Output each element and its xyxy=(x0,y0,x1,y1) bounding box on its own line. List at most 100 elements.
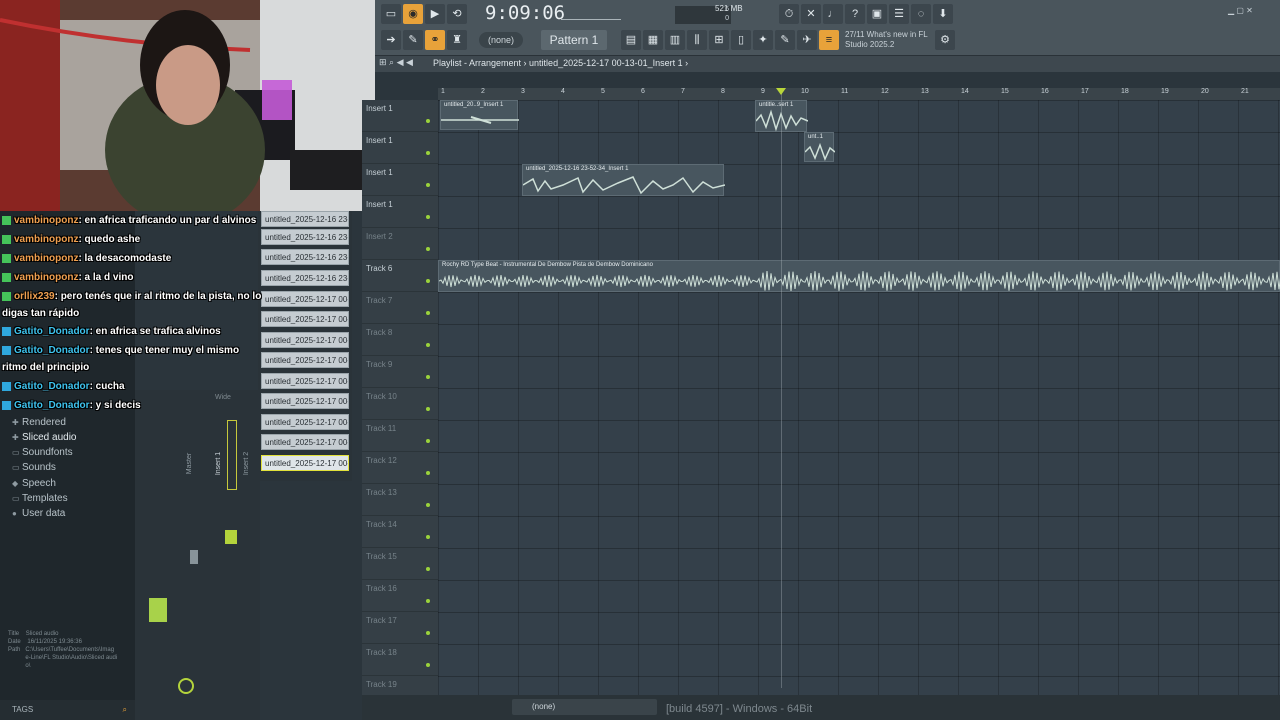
window-controls[interactable]: ▁ ▢ ✕ xyxy=(1228,6,1272,18)
track-led-icon[interactable] xyxy=(426,503,430,507)
timeline-ruler[interactable]: 1 2 3 4 5 6 7 8 9 10 11 12 13 14 15 16 17 18 19 20 21 xyxy=(438,88,1280,100)
track-led-icon[interactable] xyxy=(426,247,430,251)
browser-item-sliced-audio[interactable]: ✚ Sliced audio xyxy=(12,432,76,443)
plugin-icon[interactable]: ✕ xyxy=(801,4,821,24)
mixer-track-insert-2[interactable]: Insert 2 xyxy=(243,452,250,475)
track-led-icon[interactable] xyxy=(426,311,430,315)
record-mode-icon[interactable]: ◉ xyxy=(403,4,423,24)
track-header[interactable]: Track 9 xyxy=(362,356,438,388)
news-panel[interactable]: 27/11 What's new in FL Studio 2025.2 xyxy=(845,30,937,52)
arrow-icon[interactable]: ➔ xyxy=(381,30,401,50)
play-icon[interactable]: ▶ xyxy=(425,4,445,24)
status-select[interactable]: (none) xyxy=(512,699,657,715)
track-led-icon[interactable] xyxy=(426,631,430,635)
zoom-icon[interactable]: ⊞ ⌕ ◀ ◀ xyxy=(379,57,413,68)
pencil-icon[interactable]: ✎ xyxy=(403,30,423,50)
track-header[interactable]: Insert 1 xyxy=(362,100,438,132)
track-header[interactable]: Track 18 xyxy=(362,644,438,676)
track-led-icon[interactable] xyxy=(426,535,430,539)
mixer-knob[interactable] xyxy=(178,678,194,694)
audio-clip[interactable]: untitled_20..9_Insert 1 xyxy=(440,100,519,130)
clip-item[interactable]: untitled_2025-12-17 00-... xyxy=(261,352,349,368)
help-icon[interactable]: ? xyxy=(845,4,865,24)
loop-icon[interactable]: ⟲ xyxy=(447,4,467,24)
track-header[interactable]: Insert 1 xyxy=(362,132,438,164)
browser-item-templates[interactable]: ▭ Templates xyxy=(12,493,68,504)
master-volume-slider[interactable] xyxy=(561,6,621,20)
track-led-icon[interactable] xyxy=(426,279,430,283)
track-header[interactable]: Track 7 xyxy=(362,292,438,324)
audio-clip[interactable]: unt..1 xyxy=(804,132,835,162)
playlist-grid[interactable]: untitled_20..9_Insert 1 untitle..sert 1 … xyxy=(438,100,1280,695)
tags-bar[interactable]: TAGS ⌕ xyxy=(0,700,135,720)
clip-item[interactable]: untitled_2025-12-16 23-... xyxy=(261,211,349,227)
link-icon[interactable]: ⚭ xyxy=(425,30,445,50)
snap-select[interactable]: (none) xyxy=(479,32,523,48)
track-led-icon[interactable] xyxy=(426,375,430,379)
track-led-icon[interactable] xyxy=(426,663,430,667)
track-header[interactable]: Track 8 xyxy=(362,324,438,356)
clip-item[interactable]: untitled_2025-12-17 00-... xyxy=(261,291,349,307)
audio-clip-beat[interactable]: Rochy RD Type Beat - Instrumental De Dem… xyxy=(438,260,1280,292)
track-header[interactable]: Track 13 xyxy=(362,484,438,516)
plugin-database-icon[interactable]: ⊞ xyxy=(709,30,729,50)
track-header[interactable]: Track 6 xyxy=(362,260,438,292)
track-led-icon[interactable] xyxy=(426,407,430,411)
plug-icon[interactable]: ✈ xyxy=(797,30,817,50)
track-led-icon[interactable] xyxy=(426,343,430,347)
track-header[interactable]: Track 16 xyxy=(362,580,438,612)
news-icon[interactable]: ≡ xyxy=(819,30,839,50)
clip-item[interactable]: untitled_2025-12-16 23-... xyxy=(261,229,349,245)
song-mode-icon[interactable]: ▭ xyxy=(381,4,401,24)
patcher-icon[interactable]: ✎ xyxy=(775,30,795,50)
track-header[interactable]: Insert 1 xyxy=(362,164,438,196)
clip-item[interactable]: untitled_2025-12-17 00-... xyxy=(261,393,349,409)
mixer-track-insert-1[interactable]: Insert 1 xyxy=(215,452,222,475)
mixer-icon[interactable]: ☰ xyxy=(889,4,909,24)
track-header[interactable]: Insert 2 xyxy=(362,228,438,260)
stamp-icon[interactable]: ♜ xyxy=(447,30,467,50)
metronome-icon[interactable]: ⏱ xyxy=(779,4,799,24)
track-header[interactable]: Track 14 xyxy=(362,516,438,548)
clip-item[interactable]: untitled_2025-12-17 00-... xyxy=(261,373,349,389)
save-icon[interactable]: ▣ xyxy=(867,4,887,24)
clip-item[interactable]: untitled_2025-12-16 23-... xyxy=(261,270,349,286)
playlist-icon[interactable]: ▤ xyxy=(621,30,641,50)
track-header[interactable]: Track 12 xyxy=(362,452,438,484)
track-led-icon[interactable] xyxy=(426,151,430,155)
playhead-marker-icon[interactable] xyxy=(776,88,786,95)
channel-rack-icon[interactable]: ▦ xyxy=(643,30,663,50)
track-led-icon[interactable] xyxy=(426,599,430,603)
track-header[interactable]: Track 11 xyxy=(362,420,438,452)
track-led-icon[interactable] xyxy=(426,215,430,219)
track-led-icon[interactable] xyxy=(426,183,430,187)
clip-item[interactable]: untitled_2025-12-16 23-... xyxy=(261,249,349,265)
clip-item[interactable]: untitled_2025-12-17 00-... xyxy=(261,311,349,327)
search-icon[interactable]: ⌕ xyxy=(123,700,127,720)
mixer-track-master[interactable]: Master xyxy=(186,453,193,474)
browser-item-speech[interactable]: ◆ Speech xyxy=(12,478,56,489)
browser-icon[interactable]: ▯ xyxy=(731,30,751,50)
browser-item-user-data[interactable]: ● User data xyxy=(12,508,65,519)
master-fader[interactable] xyxy=(190,550,198,564)
audio-icon[interactable]: ✦ xyxy=(753,30,773,50)
pattern-selector[interactable]: Pattern 1 xyxy=(541,30,607,50)
track-header[interactable]: Track 15 xyxy=(362,548,438,580)
track-header[interactable]: Track 17 xyxy=(362,612,438,644)
clip-item-selected[interactable]: untitled_2025-12-17 00-... xyxy=(261,455,349,471)
track-header[interactable]: Insert 1 xyxy=(362,196,438,228)
browser-item-sounds[interactable]: ▭ Sounds xyxy=(12,462,56,473)
clip-item[interactable]: untitled_2025-12-17 00-... xyxy=(261,414,349,430)
audio-clip[interactable]: untitled_2025-12-16 23-52-34_Insert 1 xyxy=(522,164,725,196)
track-led-icon[interactable] xyxy=(426,471,430,475)
download-icon[interactable]: ⬇ xyxy=(933,4,953,24)
mic-icon[interactable]: ♩ xyxy=(823,4,843,24)
playhead[interactable] xyxy=(781,88,782,688)
insert-1-fader[interactable] xyxy=(225,530,237,544)
settings-icon[interactable]: ⚙ xyxy=(935,30,955,50)
chat-icon[interactable]: ◌ xyxy=(911,4,931,24)
track-led-icon[interactable] xyxy=(426,567,430,571)
piano-roll-icon[interactable]: ▥ xyxy=(665,30,685,50)
browser-item-soundfonts[interactable]: ▭ Soundfonts xyxy=(12,447,73,458)
clip-item[interactable]: untitled_2025-12-17 00-... xyxy=(261,434,349,450)
